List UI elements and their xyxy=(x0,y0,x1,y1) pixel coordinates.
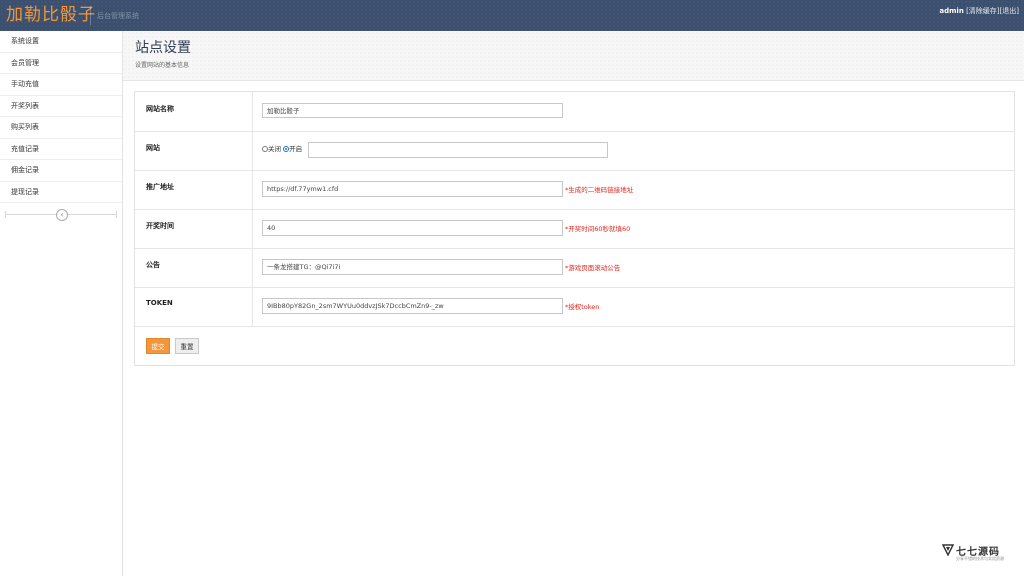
sidebar-item-recharge-records[interactable]: 充值记录 xyxy=(0,139,122,160)
sidebar-item-draw-list[interactable]: 开奖列表 xyxy=(0,96,122,117)
notice-hint: *游戏页面滚动公告 xyxy=(565,264,621,272)
site-extra-input[interactable] xyxy=(308,142,608,158)
radio-close-label: 关闭 xyxy=(268,145,281,153)
sidebar-item-withdraw-records[interactable]: 提现记录 xyxy=(0,182,122,203)
token-label: TOKEN xyxy=(146,299,173,307)
triangle-logo-icon xyxy=(942,544,954,556)
site-name-label: 网站名称 xyxy=(146,105,174,113)
user-links: admin [清除缓存][退出] xyxy=(939,6,1019,16)
form-row-site-name: 网站名称 加勒比骰子 xyxy=(135,92,1014,132)
row-divider xyxy=(252,287,253,326)
notice-input[interactable]: 一条龙搭建TG：@Qi7i7i xyxy=(262,259,563,275)
form-row-promo-url: 推广地址 https://df.77ymw1.cfd *生成的二维码链接地址 xyxy=(135,170,1014,210)
row-divider xyxy=(252,170,253,209)
sidebar-item-purchase-list[interactable]: 购买列表 xyxy=(0,117,122,139)
username: admin xyxy=(939,7,964,15)
submit-button[interactable]: 提交 xyxy=(146,338,170,354)
page-title: 站点设置 xyxy=(135,40,191,56)
radio-open-label: 开启 xyxy=(289,145,303,153)
sidebar-collapse-row: ‹ xyxy=(0,203,122,223)
chevron-left-icon[interactable]: ‹ xyxy=(56,209,68,221)
draw-time-hint: *开奖时间60秒就填60 xyxy=(565,225,631,233)
sidebar-item-system-settings[interactable]: 系统设置 xyxy=(0,31,122,53)
reset-button[interactable]: 重置 xyxy=(175,338,199,354)
form-row-site: 网站 关闭 开启 xyxy=(135,131,1014,171)
row-divider xyxy=(252,248,253,287)
radio-close[interactable] xyxy=(262,146,268,152)
site-status-radio-group: 关闭 开启 xyxy=(262,144,302,155)
system-subtitle: 后台管理系统 xyxy=(97,12,139,20)
promo-url-label: 推广地址 xyxy=(146,183,174,191)
sidebar-item-commission-records[interactable]: 佣金记录 xyxy=(0,160,122,182)
form-row-draw-time: 开奖时间 40 *开奖时间60秒就填60 xyxy=(135,209,1014,249)
watermark-tagline: 分享不错的技术与实用资源 xyxy=(956,556,1004,561)
logout-link[interactable]: [退出] xyxy=(1000,7,1019,15)
promo-url-hint: *生成的二维码链接地址 xyxy=(565,186,634,194)
token-input[interactable]: 9IBb80pY82Gn_2sm7WYUu0ddvzJSk7DccbCmZn9-… xyxy=(262,298,563,314)
page-description: 设置网站的基本信息 xyxy=(135,62,190,69)
form-row-notice: 公告 一条龙搭建TG：@Qi7i7i *游戏页面滚动公告 xyxy=(135,248,1014,288)
sidebar-item-manual-recharge[interactable]: 手动充值 xyxy=(0,74,122,96)
settings-form: 网站名称 加勒比骰子 网站 关闭 开启 推广地址 https://df.77ym… xyxy=(134,91,1015,366)
draw-time-label: 开奖时间 xyxy=(146,222,174,230)
page-header: 站点设置 设置网站的基本信息 xyxy=(123,31,1024,81)
watermark: 七七源码 分享不错的技术与实用资源 xyxy=(942,542,1012,566)
row-divider xyxy=(252,209,253,248)
brand-divider xyxy=(90,6,91,25)
notice-label: 公告 xyxy=(146,261,160,269)
row-divider xyxy=(252,131,253,170)
token-hint: *授权token xyxy=(565,303,600,311)
brand-logo-text[interactable]: 加勒比骰子 xyxy=(6,4,96,26)
row-divider xyxy=(252,92,253,131)
site-name-input[interactable]: 加勒比骰子 xyxy=(262,103,563,118)
clear-cache-link[interactable]: [清除缓存] xyxy=(966,7,999,15)
sidebar: 系统设置 会员管理 手动充值 开奖列表 购买列表 充值记录 佣金记录 提现记录 … xyxy=(0,31,123,576)
promo-url-input[interactable]: https://df.77ymw1.cfd xyxy=(262,181,563,197)
sidebar-item-members[interactable]: 会员管理 xyxy=(0,53,122,74)
top-bar: 加勒比骰子 后台管理系统 admin [清除缓存][退出] xyxy=(0,0,1024,31)
site-label: 网站 xyxy=(146,144,160,152)
draw-time-input[interactable]: 40 xyxy=(262,220,563,236)
form-row-token: TOKEN 9IBb80pY82Gn_2sm7WYUu0ddvzJSk7Dccb… xyxy=(135,287,1014,327)
